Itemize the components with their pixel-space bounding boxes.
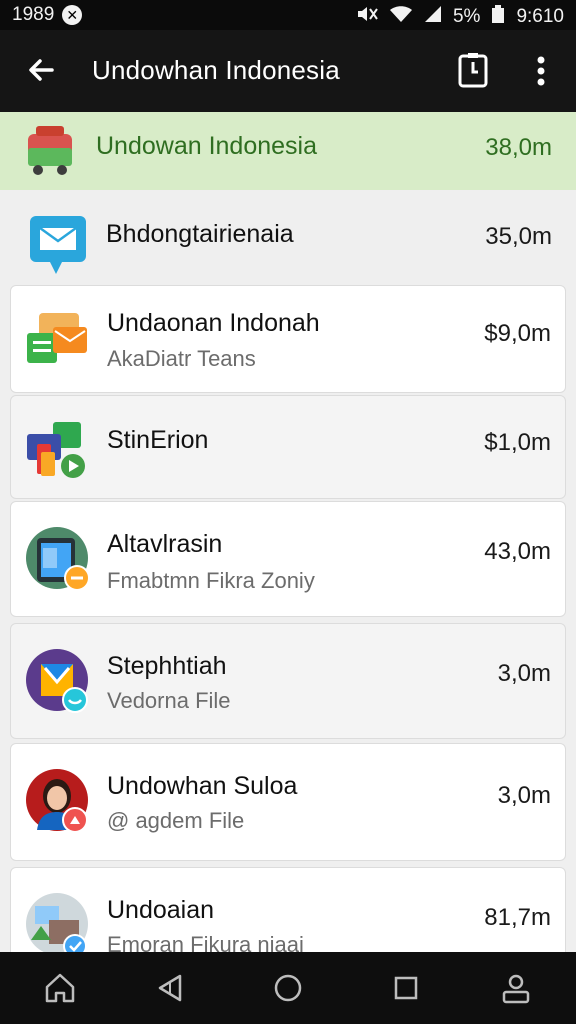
list-item-size: 38,0m [485, 134, 552, 161]
list-item-subtitle: AkaDiatr Teans [107, 346, 256, 371]
wifi-icon [389, 4, 413, 30]
list-item-name: Bhdongtairienaia [106, 220, 294, 248]
mail-icon [24, 210, 90, 276]
list-item-size: $9,0m [484, 320, 551, 347]
list-item[interactable]: Undaonan Indonah AkaDiatr Teans $9,0m [10, 285, 566, 393]
list-item-size: $1,0m [484, 429, 551, 456]
list-item-size: 3,0m [497, 660, 551, 687]
overflow-menu-icon[interactable] [526, 52, 556, 90]
list-item[interactable]: StinErion $1,0m [10, 395, 566, 499]
person-icon[interactable] [498, 970, 534, 1006]
avatar-icon [25, 768, 91, 834]
list-item-name: Undowan Indonesia [96, 132, 317, 160]
list-item-subtitle: Fmabtmn Fikra Zoniy [107, 568, 315, 593]
status-bar: 1989 ✕ 5% 9:610 [0, 0, 576, 30]
app-size-list: Undowan Indonesia 38,0m Bhdongtairienaia… [0, 112, 576, 952]
circle-icon[interactable] [270, 970, 306, 1006]
status-clock: 9:610 [516, 6, 564, 27]
list-item[interactable]: Undowhan Suloa @ agdem File 3,0m [10, 743, 566, 861]
status-right: 5% 9:610 [355, 4, 564, 30]
signal-icon [423, 4, 443, 30]
list-item-name: Altavlrasin [107, 530, 223, 558]
list-item-size: 35,0m [485, 223, 552, 250]
notification-icon: ✕ [62, 5, 83, 25]
media-icon [25, 416, 91, 482]
list-item-subtitle: Vedorna File [107, 688, 231, 713]
list-item[interactable]: Bhdongtairienaia 35,0m [10, 202, 566, 282]
app-bar: Undowhan Indonesia [0, 30, 576, 112]
list-item[interactable]: Undoaian Emoran Fikura niaai 81,7m [10, 867, 566, 952]
list-item[interactable]: Stephhtiah Vedorna File 3,0m [10, 623, 566, 739]
bus-icon [14, 118, 80, 184]
status-time-left: 1989 [12, 4, 55, 25]
app-m-icon [25, 648, 91, 714]
page-title: Undowhan Indonesia [92, 55, 340, 85]
list-item-size: 81,7m [484, 904, 551, 931]
list-item-name: Undowhan Suloa [107, 772, 298, 800]
folder-icon [25, 307, 91, 373]
battery-percent: 5% [452, 6, 481, 27]
list-item-name: Undoaian [107, 896, 215, 924]
list-item-size: 43,0m [484, 538, 551, 565]
list-item-subtitle: Emoran Fikura niaai [107, 932, 304, 952]
list-item[interactable]: Altavlrasin Fmabtmn Fikra Zoniy 43,0m [10, 501, 566, 617]
back-triangle-icon[interactable] [152, 970, 188, 1006]
photo-icon [25, 892, 91, 952]
battery-icon [490, 4, 506, 30]
square-icon[interactable] [388, 970, 424, 1006]
list-item-name: Stephhtiah [107, 652, 227, 680]
mute-icon [355, 4, 379, 30]
list-item-name: StinErion [107, 426, 209, 454]
list-item[interactable]: Undowan Indonesia 38,0m [0, 112, 576, 190]
list-item-subtitle: @ agdem File [107, 808, 245, 833]
back-arrow-icon[interactable] [22, 50, 62, 90]
status-left: 1989 ✕ [12, 4, 83, 26]
nav-bar [0, 952, 576, 1024]
tablet-icon [25, 526, 91, 592]
history-icon[interactable] [454, 52, 492, 90]
list-item-name: Undaonan Indonah [107, 309, 320, 337]
home-icon[interactable] [42, 970, 78, 1006]
list-item-size: 3,0m [497, 782, 551, 809]
